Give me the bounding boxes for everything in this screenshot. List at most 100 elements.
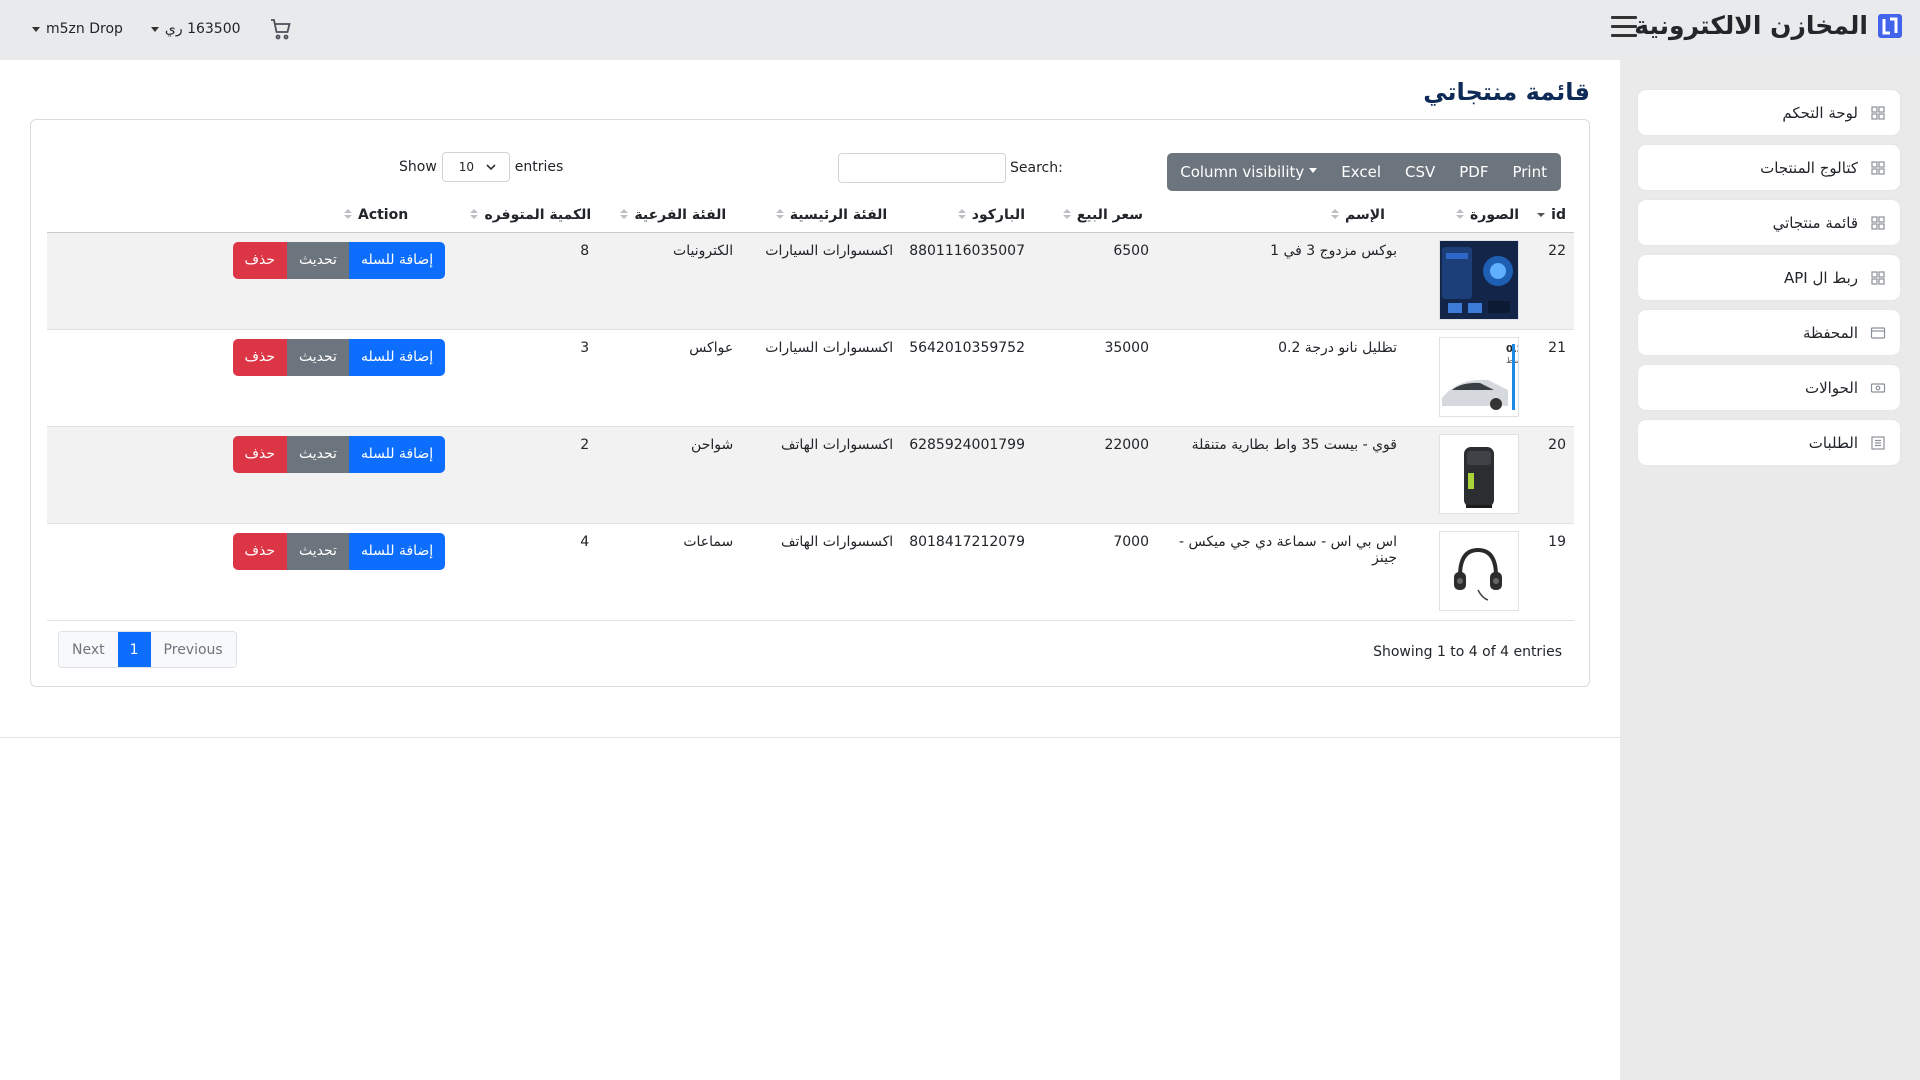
menu-toggle-icon[interactable] xyxy=(1611,16,1637,40)
column-header-sub-category[interactable]: الفئة الفرعية xyxy=(597,198,742,233)
add-to-cart-button[interactable]: إضافة للسله xyxy=(348,338,446,376)
sidebar-item-dashboard[interactable]: لوحة التحكم xyxy=(1638,90,1900,135)
grid-icon xyxy=(1870,105,1886,121)
table-info: Showing 1 to 4 of 4 entries xyxy=(1373,644,1562,660)
print-button[interactable]: Print xyxy=(1500,153,1561,191)
cell-image xyxy=(1405,523,1527,621)
page-title: قائمة منتجاتي xyxy=(1423,78,1590,106)
sidebar-item-my-products[interactable]: قائمة منتجاتي xyxy=(1638,200,1900,245)
update-button[interactable]: تحديث xyxy=(287,532,349,570)
product-image-charger[interactable] xyxy=(1439,239,1519,320)
column-header-action[interactable]: Action xyxy=(47,198,454,233)
sidebar-item-label: الطلبات xyxy=(1808,433,1858,452)
page-1-button[interactable]: 1 xyxy=(117,632,151,667)
product-image-tint[interactable]: 0.2داكن متوسط xyxy=(1439,336,1519,417)
cell-price: 22000 xyxy=(1033,426,1157,524)
pdf-button[interactable]: PDF xyxy=(1447,153,1500,191)
cell-sub-category: شواحن xyxy=(597,426,742,524)
cell-actions: إضافة للسله تحديث حذف xyxy=(47,329,454,427)
column-header-quantity[interactable]: الكمية المتوفره xyxy=(453,198,598,233)
cell-actions: إضافة للسله تحديث حذف xyxy=(47,523,454,621)
products-table: id الصورة الإسم سعر البيع الباركود الفئة… xyxy=(47,198,1574,621)
sidebar-item-label: ربط ال API xyxy=(1784,268,1858,287)
brand[interactable]: المخازن الالكترونية xyxy=(1634,11,1904,40)
column-header-image[interactable]: الصورة xyxy=(1405,198,1527,233)
brand-title: المخازن الالكترونية xyxy=(1634,11,1868,40)
search-box: Search: xyxy=(838,153,1063,183)
delete-button[interactable]: حذف xyxy=(232,241,288,279)
cell-actions: إضافة للسله تحديث حذف xyxy=(47,232,454,330)
update-button[interactable]: تحديث xyxy=(287,241,349,279)
cell-sub-category: سماعات xyxy=(597,523,742,621)
product-image-power-bank[interactable] xyxy=(1439,433,1519,514)
sort-icon xyxy=(775,208,784,221)
sidebar-item-label: لوحة التحكم xyxy=(1782,103,1858,122)
table-row: 21 0.2داكن متوسط تظليل نانو درجة 0.2 350… xyxy=(47,329,1574,427)
add-to-cart-button[interactable]: إضافة للسله xyxy=(348,241,446,279)
pagination: Next 1 Previous xyxy=(58,631,237,668)
column-header-id[interactable]: id xyxy=(1527,198,1574,233)
page-length-control: Show 10 entries xyxy=(399,152,563,182)
brand-logo-icon xyxy=(1876,12,1904,40)
cell-main-category: اكسسوارات السيارات xyxy=(741,329,902,427)
column-header-price[interactable]: سعر البيع xyxy=(1033,198,1157,233)
user-menu-dropdown[interactable]: m5zn Drop xyxy=(32,21,123,37)
balance-dropdown[interactable]: 163500 ري xyxy=(150,21,241,37)
footer-divider xyxy=(0,737,1620,738)
sidebar-item-label: الحوالات xyxy=(1804,378,1858,397)
list-icon xyxy=(1870,435,1886,451)
excel-button[interactable]: Excel xyxy=(1329,153,1393,191)
delete-button[interactable]: حذف xyxy=(232,532,288,570)
sidebar-item-transfers[interactable]: الحوالات xyxy=(1638,365,1900,410)
cell-name: اس بي اس - سماعة دي جي ميكس - جينز xyxy=(1157,523,1405,621)
update-button[interactable]: تحديث xyxy=(287,435,349,473)
add-to-cart-button[interactable]: إضافة للسله xyxy=(348,435,446,473)
sidebar-item-catalog[interactable]: كتالوج المنتجات xyxy=(1638,145,1900,190)
sort-icon xyxy=(1062,208,1071,221)
cell-quantity: 8 xyxy=(453,232,598,330)
grid-icon xyxy=(1870,270,1886,286)
entries-label: entries xyxy=(514,159,564,175)
entries-value: 10 xyxy=(458,160,475,174)
row-actions: إضافة للسله تحديث حذف xyxy=(232,435,446,473)
show-label: Show xyxy=(399,159,437,175)
column-header-main-category[interactable]: الفئة الرئيسية xyxy=(741,198,902,233)
previous-page-button[interactable]: Previous xyxy=(150,632,236,667)
sort-icon xyxy=(620,208,629,221)
sort-icon xyxy=(343,208,352,221)
cart-icon[interactable] xyxy=(269,17,293,41)
sidebar-item-orders[interactable]: الطلبات xyxy=(1638,420,1900,465)
cell-actions: إضافة للسله تحديث حذف xyxy=(47,426,454,524)
add-to-cart-button[interactable]: إضافة للسله xyxy=(348,532,446,570)
chevron-down-icon xyxy=(485,161,497,173)
next-page-button[interactable]: Next xyxy=(59,632,118,667)
update-button[interactable]: تحديث xyxy=(287,338,349,376)
entries-select[interactable]: 10 xyxy=(441,152,510,182)
sidebar-item-api[interactable]: ربط ال API xyxy=(1638,255,1900,300)
sort-icon xyxy=(470,208,479,221)
sidebar-item-label: المحفظة xyxy=(1802,323,1858,342)
table-row: 20 قوي - بيست 35 واط بطارية متنقلة 22000… xyxy=(47,426,1574,524)
delete-button[interactable]: حذف xyxy=(232,338,288,376)
cell-main-category: اكسسوارات السيارات xyxy=(741,232,902,330)
user-menu-label: m5zn Drop xyxy=(46,21,123,37)
grid-icon xyxy=(1870,215,1886,231)
csv-button[interactable]: CSV xyxy=(1393,153,1447,191)
cell-id: 21 xyxy=(1527,329,1574,427)
cell-sub-category: الكترونيات xyxy=(597,232,742,330)
cell-sub-category: عواكس xyxy=(597,329,742,427)
cell-quantity: 3 xyxy=(453,329,598,427)
column-visibility-button[interactable]: Column visibility xyxy=(1167,153,1329,191)
delete-button[interactable]: حذف xyxy=(232,435,288,473)
cell-main-category: اكسسوارات الهاتف xyxy=(741,523,902,621)
search-input[interactable] xyxy=(838,153,1006,183)
column-header-barcode[interactable]: الباركود xyxy=(901,198,1033,233)
table-header-row: id الصورة الإسم سعر البيع الباركود الفئة… xyxy=(47,198,1574,233)
cell-price: 6500 xyxy=(1033,232,1157,330)
product-image-headset[interactable] xyxy=(1439,530,1519,611)
sidebar-item-label: كتالوج المنتجات xyxy=(1760,158,1858,177)
sort-icon xyxy=(1456,208,1465,221)
cell-id: 22 xyxy=(1527,232,1574,330)
column-header-name[interactable]: الإسم xyxy=(1157,198,1405,233)
sidebar-item-wallet[interactable]: المحفظة xyxy=(1638,310,1900,355)
